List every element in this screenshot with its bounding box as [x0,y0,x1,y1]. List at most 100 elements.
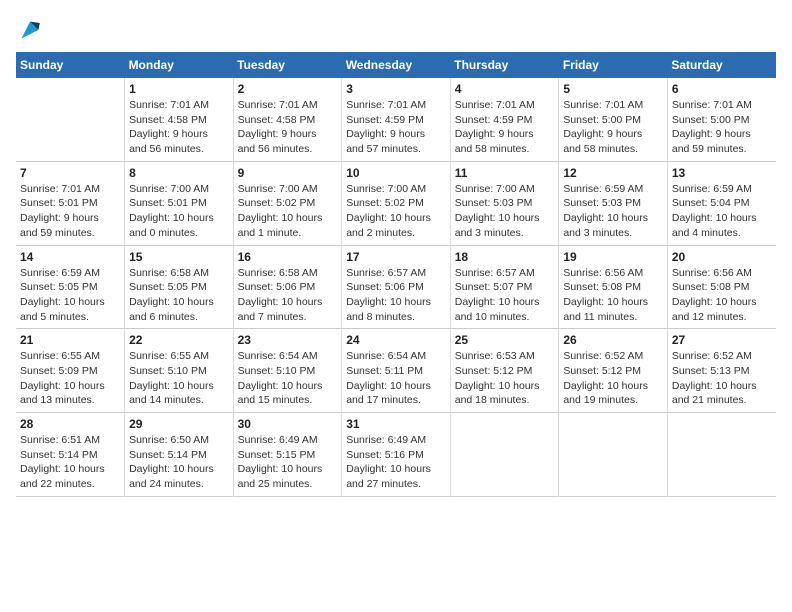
page-header [16,16,776,44]
day-number: 28 [20,417,120,431]
day-info: Sunrise: 6:58 AM Sunset: 5:06 PM Dayligh… [238,266,338,325]
calendar-cell: 22 Sunrise: 6:55 AM Sunset: 5:10 PM Dayli… [125,329,234,413]
calendar-cell: 17Sunrise: 6:57 AM Sunset: 5:06 PM Dayli… [342,245,451,329]
calendar-cell: 3 Sunrise: 7:01 AM Sunset: 4:59 PM Daylig… [342,78,451,161]
day-info: Sunrise: 7:01 AM Sunset: 5:01 PM Dayligh… [20,182,120,241]
week-row-1: 1 Sunrise: 7:01 AM Sunset: 4:58 PM Daylig… [16,78,776,161]
day-number: 21 [20,333,120,347]
day-info: Sunrise: 6:57 AM Sunset: 5:07 PM Dayligh… [455,266,555,325]
day-number: 6 [672,82,772,96]
day-info: Sunrise: 7:01 AM Sunset: 4:58 PM Dayligh… [238,98,338,157]
logo [16,16,46,44]
day-info: Sunrise: 6:54 AM Sunset: 5:11 PM Dayligh… [346,349,446,408]
day-info: Sunrise: 7:01 AM Sunset: 4:58 PM Dayligh… [129,98,229,157]
calendar-cell: 29 Sunrise: 6:50 AM Sunset: 5:14 PM Dayli… [125,413,234,497]
day-info: Sunrise: 6:52 AM Sunset: 5:12 PM Dayligh… [563,349,663,408]
week-row-5: 28 Sunrise: 6:51 AM Sunset: 5:14 PM Dayli… [16,413,776,497]
calendar-cell [559,413,668,497]
day-number: 26 [563,333,663,347]
day-info: Sunrise: 6:56 AM Sunset: 5:08 PM Dayligh… [672,266,772,325]
calendar-cell: 1 Sunrise: 7:01 AM Sunset: 4:58 PM Daylig… [125,78,234,161]
day-number: 9 [238,166,338,180]
day-number: 5 [563,82,663,96]
calendar-cell: 30 Sunrise: 6:49 AM Sunset: 5:15 PM Dayli… [233,413,342,497]
calendar-cell [450,413,559,497]
calendar-cell: 19Sunrise: 6:56 AM Sunset: 5:08 PM Dayli… [559,245,668,329]
day-info: Sunrise: 7:00 AM Sunset: 5:02 PM Dayligh… [346,182,446,241]
day-info: Sunrise: 6:50 AM Sunset: 5:14 PM Dayligh… [129,433,229,492]
day-number: 25 [455,333,555,347]
calendar-cell: 21 Sunrise: 6:55 AM Sunset: 5:09 PM Dayli… [16,329,125,413]
calendar-cell: 6Sunrise: 7:01 AM Sunset: 5:00 PM Daylig… [667,78,776,161]
calendar-cell: 16 Sunrise: 6:58 AM Sunset: 5:06 PM Dayli… [233,245,342,329]
day-number: 2 [238,82,338,96]
calendar-cell: 23Sunrise: 6:54 AM Sunset: 5:10 PM Dayli… [233,329,342,413]
calendar-cell [16,78,125,161]
calendar-cell: 5 Sunrise: 7:01 AM Sunset: 5:00 PM Daylig… [559,78,668,161]
calendar-cell: 7 Sunrise: 7:01 AM Sunset: 5:01 PM Daylig… [16,161,125,245]
day-info: Sunrise: 7:00 AM Sunset: 5:02 PM Dayligh… [238,182,338,241]
calendar-cell: 28 Sunrise: 6:51 AM Sunset: 5:14 PM Dayli… [16,413,125,497]
calendar-cell: 11 Sunrise: 7:00 AM Sunset: 5:03 PM Dayli… [450,161,559,245]
weekday-header-friday: Friday [559,52,668,78]
day-info: Sunrise: 7:01 AM Sunset: 5:00 PM Dayligh… [563,98,663,157]
day-number: 23 [238,333,338,347]
day-info: Sunrise: 6:55 AM Sunset: 5:09 PM Dayligh… [20,349,120,408]
calendar-cell: 27Sunrise: 6:52 AM Sunset: 5:13 PM Dayli… [667,329,776,413]
logo-icon [16,16,44,44]
day-info: Sunrise: 7:01 AM Sunset: 4:59 PM Dayligh… [455,98,555,157]
calendar-cell: 4 Sunrise: 7:01 AM Sunset: 4:59 PM Daylig… [450,78,559,161]
day-info: Sunrise: 6:57 AM Sunset: 5:06 PM Dayligh… [346,266,446,325]
day-info: Sunrise: 6:49 AM Sunset: 5:15 PM Dayligh… [238,433,338,492]
calendar-body: 1 Sunrise: 7:01 AM Sunset: 4:58 PM Daylig… [16,78,776,496]
calendar-header: SundayMondayTuesdayWednesdayThursdayFrid… [16,52,776,78]
week-row-4: 21 Sunrise: 6:55 AM Sunset: 5:09 PM Dayli… [16,329,776,413]
day-info: Sunrise: 6:51 AM Sunset: 5:14 PM Dayligh… [20,433,120,492]
day-number: 27 [672,333,772,347]
weekday-header-wednesday: Wednesday [342,52,451,78]
calendar-cell: 24 Sunrise: 6:54 AM Sunset: 5:11 PM Dayli… [342,329,451,413]
calendar-cell: 9 Sunrise: 7:00 AM Sunset: 5:02 PM Daylig… [233,161,342,245]
day-number: 16 [238,250,338,264]
day-info: Sunrise: 7:00 AM Sunset: 5:03 PM Dayligh… [455,182,555,241]
day-number: 4 [455,82,555,96]
calendar-cell: 25Sunrise: 6:53 AM Sunset: 5:12 PM Dayli… [450,329,559,413]
day-info: Sunrise: 6:58 AM Sunset: 5:05 PM Dayligh… [129,266,229,325]
day-number: 14 [20,250,120,264]
calendar-cell: 26 Sunrise: 6:52 AM Sunset: 5:12 PM Dayli… [559,329,668,413]
week-row-3: 14 Sunrise: 6:59 AM Sunset: 5:05 PM Dayli… [16,245,776,329]
calendar-cell: 31 Sunrise: 6:49 AM Sunset: 5:16 PM Dayli… [342,413,451,497]
day-number: 13 [672,166,772,180]
day-number: 24 [346,333,446,347]
week-row-2: 7 Sunrise: 7:01 AM Sunset: 5:01 PM Daylig… [16,161,776,245]
calendar-cell: 2 Sunrise: 7:01 AM Sunset: 4:58 PM Daylig… [233,78,342,161]
day-number: 31 [346,417,446,431]
weekday-header-row: SundayMondayTuesdayWednesdayThursdayFrid… [16,52,776,78]
calendar-cell: 20Sunrise: 6:56 AM Sunset: 5:08 PM Dayli… [667,245,776,329]
day-number: 15 [129,250,229,264]
day-number: 11 [455,166,555,180]
calendar-cell: 10 Sunrise: 7:00 AM Sunset: 5:02 PM Dayli… [342,161,451,245]
calendar-cell [667,413,776,497]
day-info: Sunrise: 6:55 AM Sunset: 5:10 PM Dayligh… [129,349,229,408]
day-number: 10 [346,166,446,180]
calendar-cell: 15 Sunrise: 6:58 AM Sunset: 5:05 PM Dayli… [125,245,234,329]
day-info: Sunrise: 6:49 AM Sunset: 5:16 PM Dayligh… [346,433,446,492]
day-info: Sunrise: 6:56 AM Sunset: 5:08 PM Dayligh… [563,266,663,325]
day-info: Sunrise: 6:59 AM Sunset: 5:03 PM Dayligh… [563,182,663,241]
day-info: Sunrise: 6:59 AM Sunset: 5:05 PM Dayligh… [20,266,120,325]
day-number: 29 [129,417,229,431]
day-number: 22 [129,333,229,347]
weekday-header-thursday: Thursday [450,52,559,78]
day-number: 18 [455,250,555,264]
day-number: 3 [346,82,446,96]
day-number: 30 [238,417,338,431]
calendar-cell: 14 Sunrise: 6:59 AM Sunset: 5:05 PM Dayli… [16,245,125,329]
day-number: 7 [20,166,120,180]
day-info: Sunrise: 7:01 AM Sunset: 4:59 PM Dayligh… [346,98,446,157]
day-number: 1 [129,82,229,96]
day-number: 8 [129,166,229,180]
calendar-cell: 8Sunrise: 7:00 AM Sunset: 5:01 PM Daylig… [125,161,234,245]
day-info: Sunrise: 6:59 AM Sunset: 5:04 PM Dayligh… [672,182,772,241]
weekday-header-sunday: Sunday [16,52,125,78]
